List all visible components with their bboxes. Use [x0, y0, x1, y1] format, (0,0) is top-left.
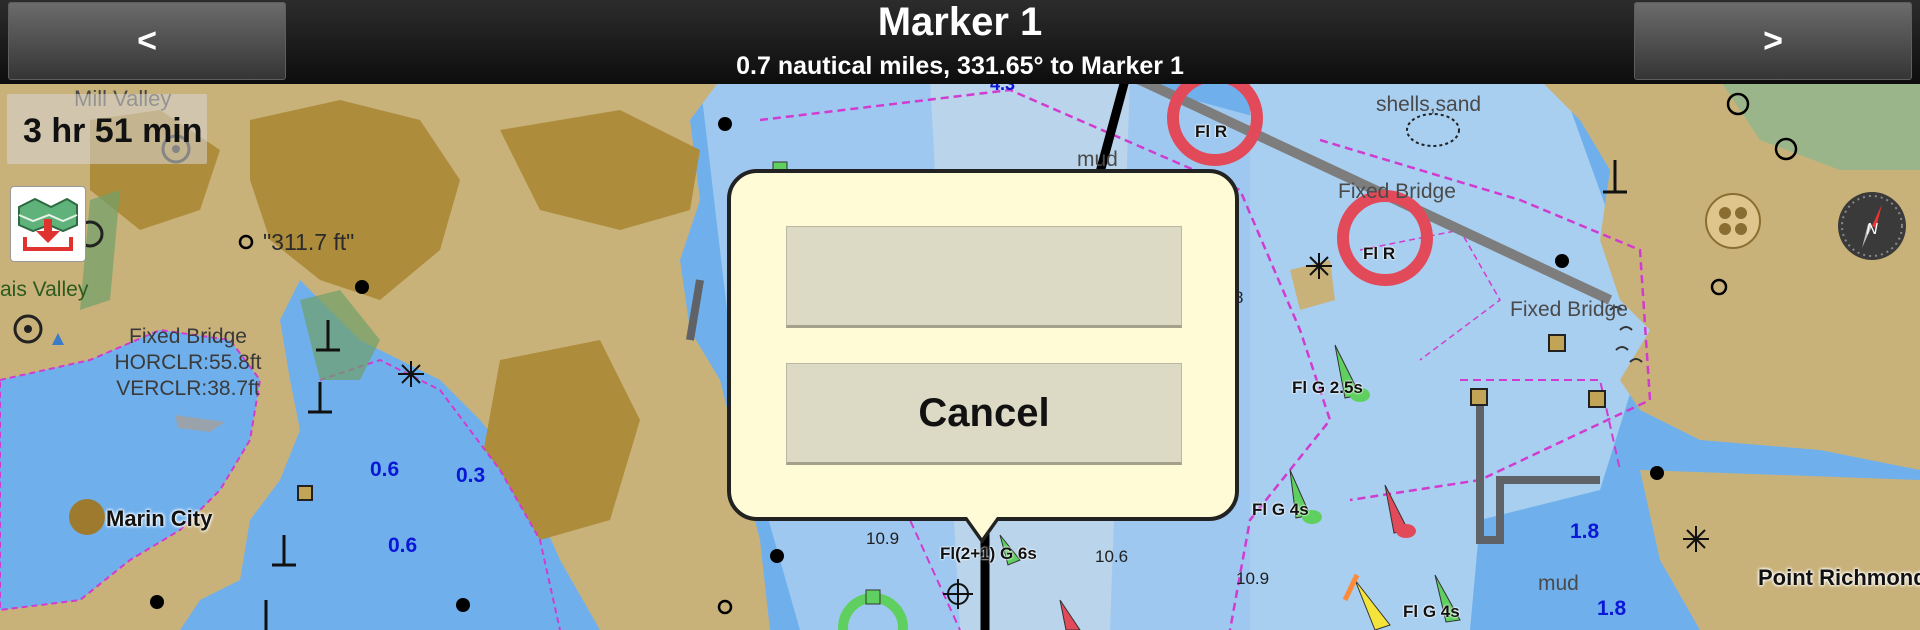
bridge-name: Fixed Bridge	[129, 325, 247, 348]
place-label-marin-city: Marin City	[106, 506, 213, 531]
depth-label: 10.9	[1236, 569, 1270, 588]
map-download-icon	[18, 197, 78, 251]
next-marker-button[interactable]: >	[1634, 2, 1912, 80]
light-label-fl-g-25: Fl G 2.5s	[1292, 378, 1363, 397]
cancel-button[interactable]: Cancel	[786, 363, 1182, 465]
marker-distance-bearing: 0.7 nautical miles, 331.65° to Marker 1	[736, 52, 1184, 80]
bridge-label-3: Fixed Bridge	[1510, 298, 1628, 321]
compass-north-icon[interactable]: N	[1836, 190, 1908, 262]
light-label-fl-g-4b: Fl G 4s	[1403, 602, 1460, 621]
popup-action-button[interactable]	[786, 226, 1182, 328]
download-map-button[interactable]	[10, 186, 86, 262]
svg-text:N: N	[1866, 221, 1878, 238]
seabed-label-shells: shells,sand	[1376, 93, 1482, 116]
depth-label: 1.8	[1570, 520, 1600, 543]
depth-label: 10.9	[866, 529, 900, 548]
depth-label: 0.3	[456, 464, 486, 487]
elevation-label: "311.7 ft"	[263, 229, 355, 255]
depth-label: 1.8	[1597, 597, 1627, 620]
bridge-verclr: VERCLR:38.7ft	[116, 377, 260, 400]
depth-label: 0.6	[388, 534, 418, 557]
bridge-info-west: Fixed Bridge HORCLR:55.8ft VERCLR:38.7ft	[108, 324, 268, 402]
seabed-label-mud-bottom: mud	[1538, 572, 1579, 595]
anchorage-icon[interactable]	[1705, 193, 1761, 249]
depth-label: 10.6	[1095, 547, 1129, 566]
marker-action-popup	[727, 169, 1239, 521]
place-label-point-richmond: Point Richmond	[1758, 565, 1920, 590]
depth-label: 0.6	[370, 458, 400, 481]
light-label-fl-r-1: Fl R	[1195, 122, 1228, 141]
marker-title: Marker 1	[877, 0, 1043, 44]
bridge-label-2: Fixed Bridge	[1338, 180, 1456, 203]
eta-box: 3 hr 51 min	[7, 94, 207, 164]
light-label-fl-g-4a: Fl G 4s	[1252, 500, 1309, 519]
eta-time: 3 hr 51 min	[23, 112, 203, 150]
place-label-tamalpais: ais Valley	[0, 278, 89, 301]
bridge-horclr: HORCLR:55.8ft	[114, 351, 262, 374]
light-label-fl-2-1-g: Fl(2+1) G 6s	[940, 544, 1037, 563]
light-label-fl-r-2: Fl R	[1363, 244, 1396, 263]
header-bar: < Marker 1 0.7 nautical miles, 331.65° t…	[0, 0, 1920, 84]
